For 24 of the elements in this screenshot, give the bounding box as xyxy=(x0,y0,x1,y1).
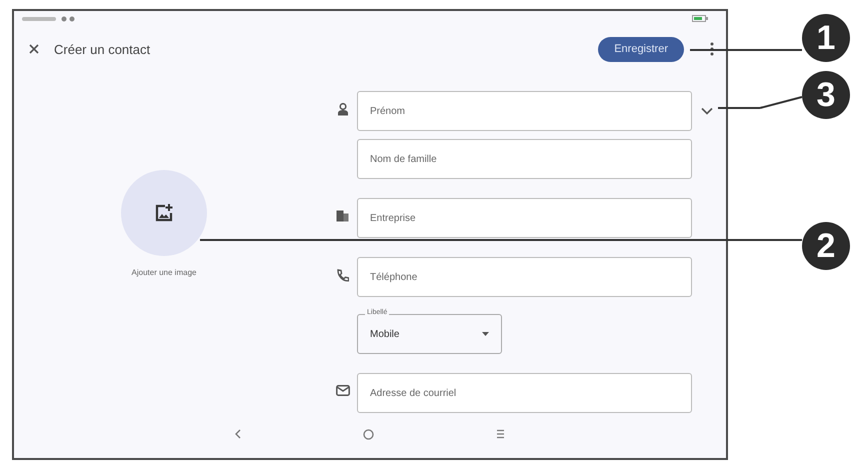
callout-number: 2 xyxy=(802,222,850,270)
text-field[interactable]: Adresse de courriel xyxy=(357,373,692,413)
save-button[interactable]: Enregistrer xyxy=(598,36,684,62)
dropdown-arrow-icon xyxy=(482,332,489,336)
text-field[interactable]: Téléphone xyxy=(357,257,692,297)
phone-icon xyxy=(336,269,349,282)
more-options-icon[interactable] xyxy=(710,42,714,56)
expand-icon[interactable] xyxy=(701,107,713,115)
text-field[interactable]: Nom de famille xyxy=(357,139,692,179)
add-photo-icon xyxy=(154,202,174,222)
text-field[interactable]: Entreprise xyxy=(357,198,692,238)
callout-number: 1 xyxy=(802,14,850,62)
back-icon[interactable] xyxy=(235,429,241,439)
building-icon xyxy=(336,210,349,222)
person-icon xyxy=(336,103,348,116)
add-photo-label: Ajouter une image xyxy=(132,268,196,276)
battery-icon xyxy=(692,15,708,22)
callout-number: 3 xyxy=(802,71,850,119)
screen-title: Créer un contact xyxy=(54,42,152,56)
email-icon xyxy=(336,385,350,396)
close-icon[interactable] xyxy=(28,43,40,55)
home-icon[interactable] xyxy=(363,428,374,440)
text-field[interactable]: Prénom xyxy=(357,91,692,131)
recents-icon[interactable] xyxy=(496,429,505,439)
